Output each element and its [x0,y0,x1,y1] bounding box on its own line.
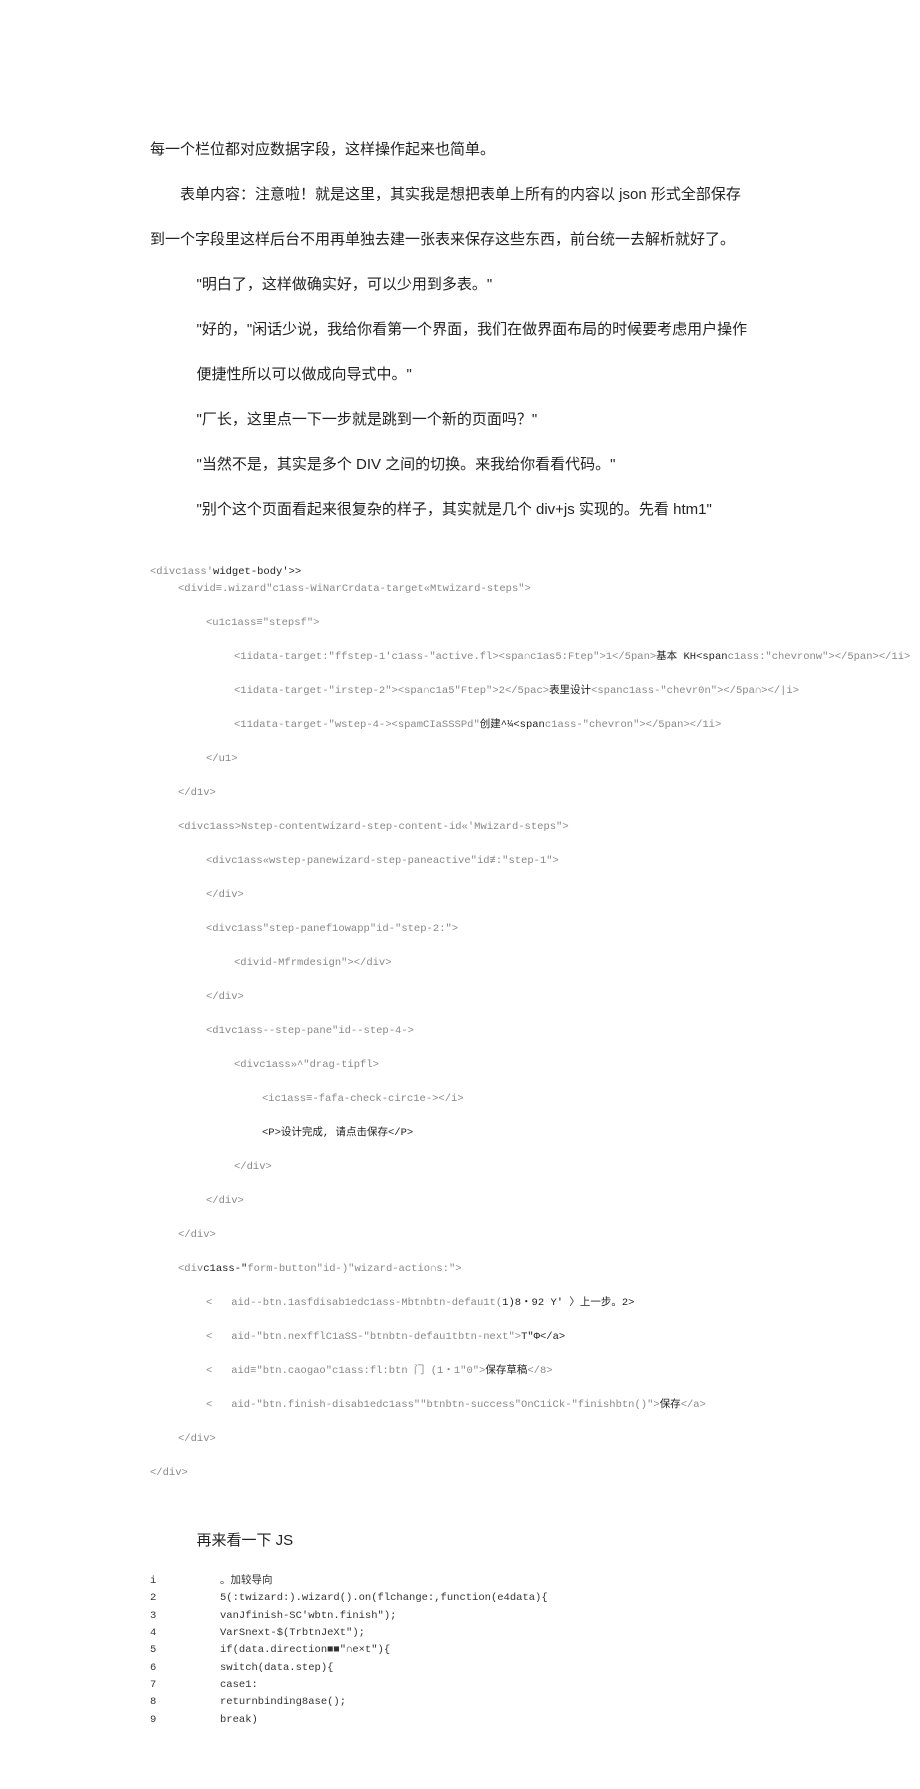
code-line: 5if(data.direction■■"∩e×t"){ [150,1642,770,1659]
js-heading: 再来看一下 JS [150,1523,770,1559]
code-line: </div> [150,1227,770,1244]
code-line: <divc1ass«wstep-panewizard-step-paneacti… [150,853,770,870]
html-code-block: <divc1ass'widget-body'>> <divid≡.wizard"… [150,547,770,1499]
paragraph: "别个这个页面看起来很复杂的样子，其实就是几个 div+js 实现的。先看 ht… [150,490,770,529]
code-line: <divid-Mfrmdesign"></div> [150,955,770,972]
code-line: </div> [150,989,770,1006]
code-line: </u1> [150,751,770,768]
code-line: <divc1ass>Nstep-contentwizard-step-conte… [150,819,770,836]
code-line: 7case1: [150,1677,770,1694]
code-line: </div> [150,1193,770,1210]
code-line: <d1vc1ass--step-pane"id--step-4-> [150,1023,770,1040]
paragraph: 便捷性所以可以做成向导式中。" [150,355,770,394]
code-line: </div> [150,1159,770,1176]
paragraph: "当然不是，其实是多个 DIV 之间的切换。来我给你看看代码。" [150,445,770,484]
code-line: </div> [150,1467,188,1479]
paragraph: 到一个字段里这样后台不用再单独去建一张表来保存这些东西，前台统一去解析就好了。 [150,220,770,259]
code-line: <1idata-target:"ffstep-1'c1ass-"active.f… [150,649,770,666]
paragraph: 每一个栏位都对应数据字段，这样操作起来也简单。 [150,130,770,169]
code-line: <divc1ass"step-panef1owapp"id-"step-2:"> [150,921,770,938]
code-line: <divc1ass-"form-button"id-)"wizard-actio… [150,1261,770,1278]
code-line: 3vanJfinish-SC'wbtn.finish"); [150,1608,770,1625]
code-line: 9break) [150,1712,770,1729]
code-line: <divc1ass»^"drag-tipfl> [150,1057,770,1074]
code-line: <11data-target-"wstep-4-><spamCIaSSSPd"创… [150,717,770,734]
js-code-block: i。加较导向 25(:twizard:).wizard().on(flchang… [150,1573,770,1729]
code-line: 6switch(data.step){ [150,1660,770,1677]
code-line: < aid--btn.1asfdisab1edc1ass-Mbtnbtn-def… [150,1295,770,1312]
code-line: <1idata-target-"irstep-2"><spa∩c1a5"Ftep… [150,683,770,700]
code-line: <divid≡.wizard"c1ass-WiNarCrdata-target«… [150,581,770,598]
code-line: </div> [150,887,770,904]
code-line: <ic1ass≡-fafa-check-circ1e-></i> [150,1091,770,1108]
document-page: 每一个栏位都对应数据字段，这样操作起来也简单。 表单内容：注意啦！就是这里，其实… [0,0,920,1789]
paragraph: 表单内容：注意啦！就是这里，其实我是想把表单上所有的内容以 json 形式全部保… [150,175,770,214]
code-line: i。加较导向 [150,1573,770,1590]
paragraph: "明白了，这样做确实好，可以少用到多表。" [150,265,770,304]
code-line: </d1v> [150,785,770,802]
paragraph: "好的，"闲话少说，我给你看第一个界面，我们在做界面布局的时候要考虑用户操作 [150,310,770,349]
code-line: 25(:twizard:).wizard().on(flchange:,func… [150,1590,770,1607]
paragraph: "厂长，这里点一下一步就是跳到一个新的页面吗？" [150,400,770,439]
code-line: < aid-"btn.nexfflC1aSS-"btnbtn-defau1tbt… [150,1329,770,1346]
code-line: <u1c1ass≡"stepsf"> [150,615,770,632]
code-line: <divc1ass'widget-body'>> [150,566,301,578]
code-line: <P>设计完成, 请点击保存</P> [150,1125,770,1142]
code-line: 8returnbinding8ase(); [150,1694,770,1711]
code-line: </div> [150,1431,770,1448]
code-line: < aid≡"btn.caogao"c1ass:fl:btn 门 (1・1"0"… [150,1363,770,1380]
code-line: < aid-"btn.finish-disab1edc1ass""btnbtn-… [150,1397,770,1414]
code-line: 4VarSnext-$(TrbtnJeXt"); [150,1625,770,1642]
